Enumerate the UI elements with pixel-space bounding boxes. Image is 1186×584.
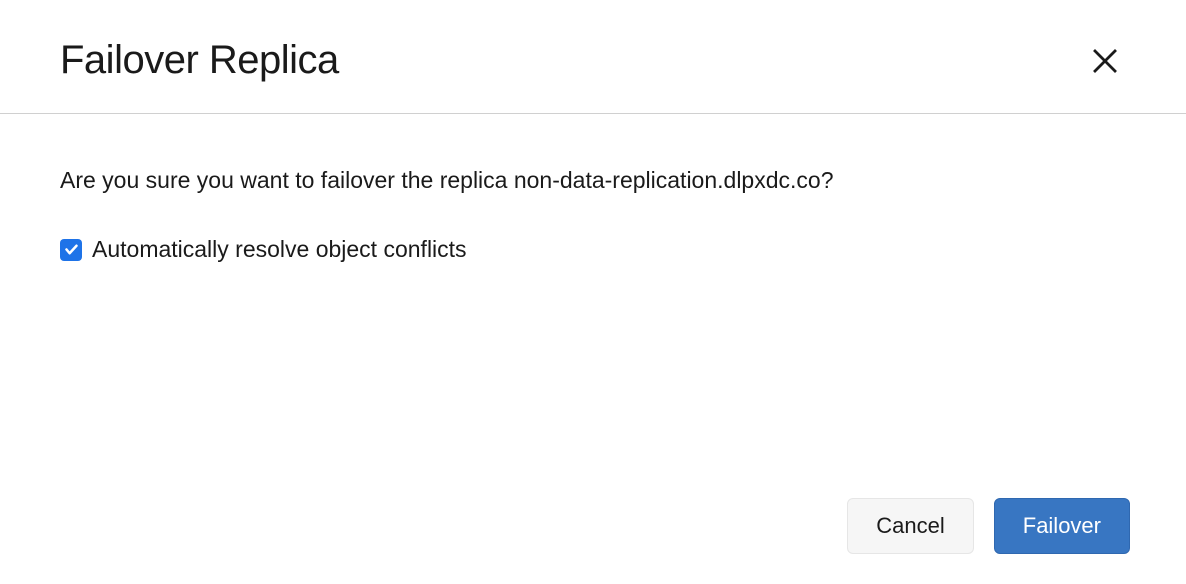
checkmark-icon — [64, 242, 79, 257]
cancel-button[interactable]: Cancel — [847, 498, 973, 554]
dialog-body: Are you sure you want to failover the re… — [0, 114, 1186, 478]
dialog-footer: Cancel Failover — [0, 478, 1186, 584]
auto-resolve-checkbox[interactable] — [60, 239, 82, 261]
auto-resolve-checkbox-row: Automatically resolve object conflicts — [60, 236, 1126, 263]
confirm-message: Are you sure you want to failover the re… — [60, 164, 1126, 196]
auto-resolve-checkbox-label[interactable]: Automatically resolve object conflicts — [92, 236, 467, 263]
close-icon — [1090, 46, 1120, 76]
failover-button[interactable]: Failover — [994, 498, 1130, 554]
dialog-title: Failover Replica — [60, 38, 339, 83]
dialog-header: Failover Replica — [0, 0, 1186, 114]
close-button[interactable] — [1084, 40, 1126, 82]
failover-replica-dialog: Failover Replica Are you sure you want t… — [0, 0, 1186, 584]
